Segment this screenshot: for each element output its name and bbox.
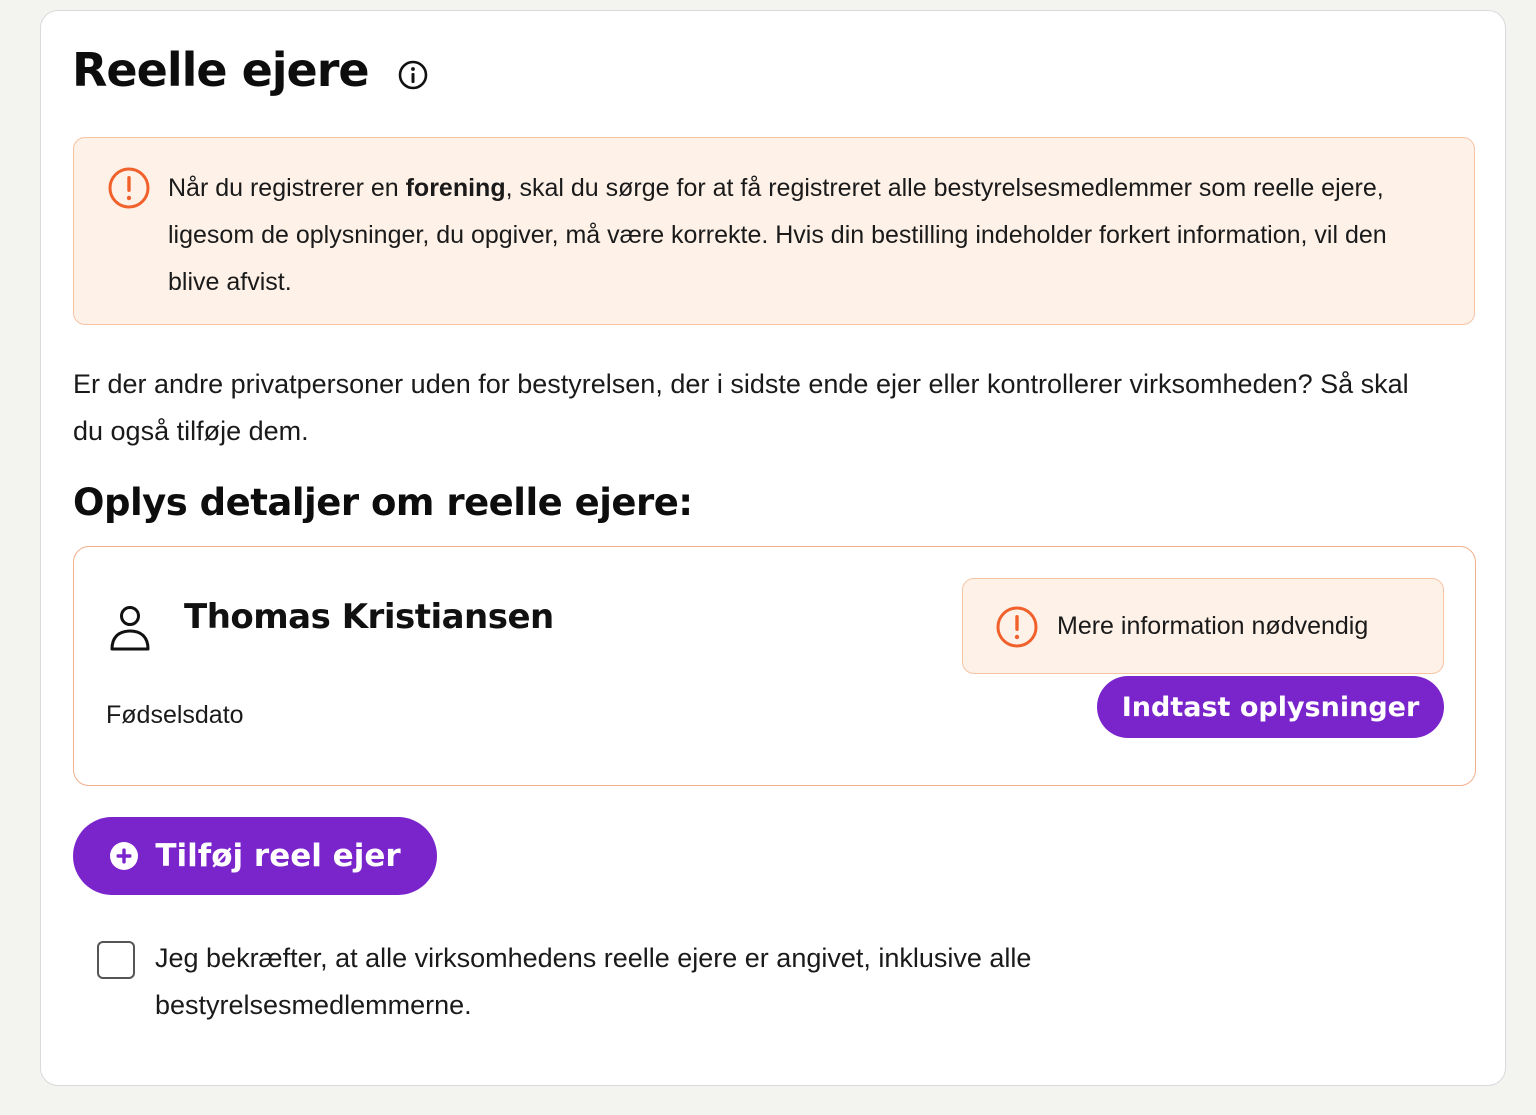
warning-text-bold: forening bbox=[405, 174, 506, 202]
warning-banner: Når du registrerer en forening, skal du … bbox=[73, 137, 1475, 325]
owner-card: Thomas Kristiansen Fødselsdato Mere info… bbox=[73, 546, 1476, 786]
title-row: Reelle ejere bbox=[72, 43, 429, 97]
confirm-checkbox[interactable] bbox=[97, 941, 135, 979]
add-owner-button[interactable]: Tilføj reel ejer bbox=[73, 817, 437, 895]
add-owner-label: Tilføj reel ejer bbox=[155, 838, 401, 874]
plus-circle-icon bbox=[109, 841, 139, 871]
enter-details-button[interactable]: Indtast oplysninger bbox=[1097, 676, 1444, 738]
person-icon bbox=[108, 603, 152, 653]
exclamation-circle-icon bbox=[107, 166, 151, 210]
section-title: Oplys detaljer om reelle ejere: bbox=[73, 481, 693, 524]
warning-text: Når du registrerer en forening, skal du … bbox=[168, 174, 1387, 296]
owner-name: Thomas Kristiansen bbox=[184, 597, 554, 637]
status-text: Mere information nødvendig bbox=[1057, 612, 1369, 640]
birthdate-label: Fødselsdato bbox=[106, 701, 244, 729]
confirm-text[interactable]: Jeg bekræfter, at alle virksomhedens ree… bbox=[155, 935, 1275, 1029]
beneficial-owners-card: Reelle ejere Når du registrerer en foren… bbox=[40, 10, 1506, 1086]
status-badge: Mere information nødvendig bbox=[962, 578, 1444, 674]
info-circle-icon[interactable] bbox=[397, 59, 429, 91]
exclamation-circle-icon bbox=[995, 605, 1039, 649]
intro-text: Er der andre privatpersoner uden for bes… bbox=[73, 369, 1409, 446]
page-title: Reelle ejere bbox=[72, 43, 370, 97]
